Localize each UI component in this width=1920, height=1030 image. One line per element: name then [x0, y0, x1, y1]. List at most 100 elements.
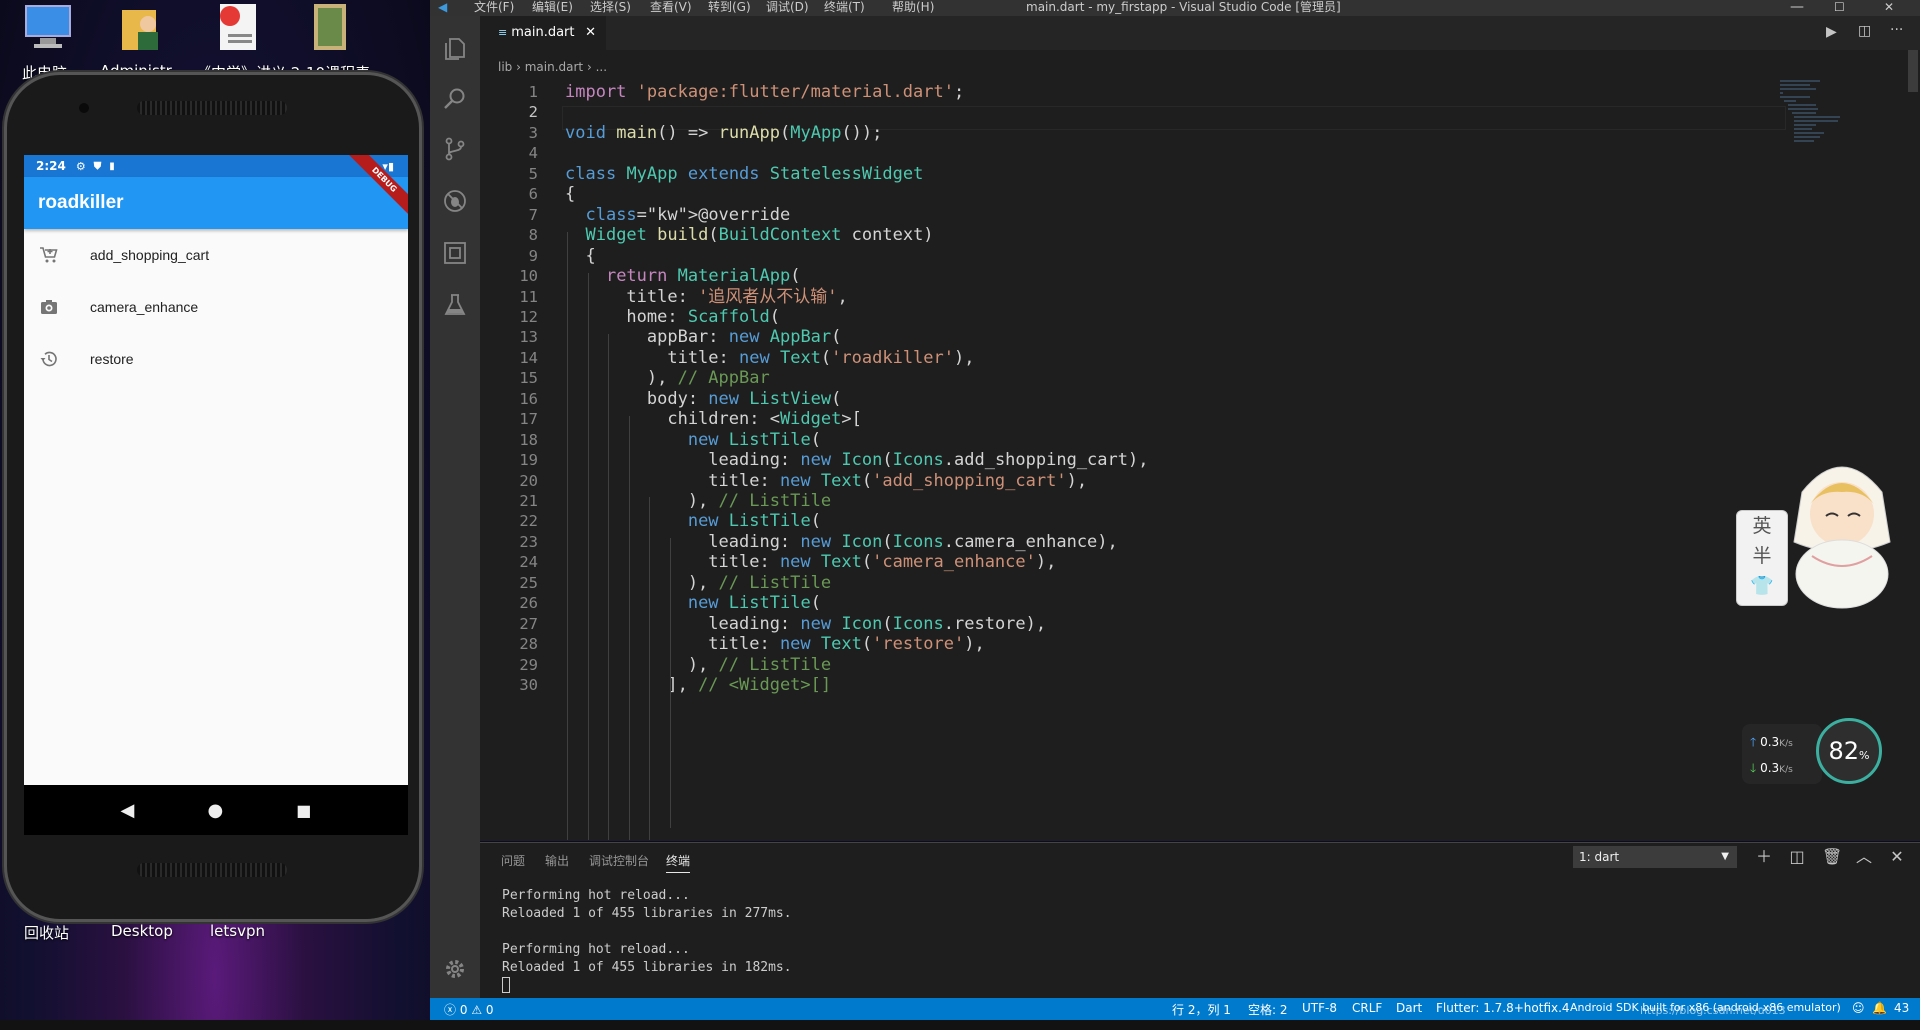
split-terminal-icon[interactable]: ◫	[1788, 848, 1806, 866]
indent-guide	[567, 232, 568, 840]
terminal-select[interactable]: 1: dart ▼	[1573, 846, 1737, 868]
ime-english-char[interactable]: 英	[1737, 511, 1787, 541]
menu-edit[interactable]: 编辑(E)	[532, 0, 573, 15]
source-control-icon[interactable]	[442, 136, 468, 162]
menu-view[interactable]: 查看(V)	[650, 0, 692, 15]
maximize-panel-icon[interactable]: ︿	[1855, 848, 1873, 866]
ime-halfwidth-char[interactable]: 半	[1737, 541, 1787, 571]
gear-icon[interactable]	[442, 956, 468, 982]
list-tile-cart[interactable]: add_shopping_cart	[24, 229, 408, 281]
indent-guide	[670, 538, 671, 828]
list-tile-camera[interactable]: camera_enhance	[24, 281, 408, 333]
desktop-folder-label[interactable]: Desktop	[111, 922, 173, 940]
more-actions-icon[interactable]: ···	[1890, 22, 1903, 38]
list-tile-restore[interactable]: restore	[24, 333, 408, 385]
recents-icon[interactable]: ■	[296, 801, 311, 820]
menu-terminal[interactable]: 终端(T)	[824, 0, 865, 15]
pdf-file-icon[interactable]	[212, 2, 274, 52]
ime-skin-icon[interactable]: 👕	[1737, 571, 1787, 601]
computer-icon[interactable]	[22, 2, 84, 52]
front-camera	[79, 103, 89, 113]
tab-terminal[interactable]: 终端	[666, 852, 691, 873]
recycle-bin-label[interactable]: 回收站	[24, 922, 69, 943]
menu-help[interactable]: 帮助(H)	[892, 0, 934, 15]
emulator-screen[interactable]: 2:24 ⚙ ⛊ ▮ ▾▮ roadkiller DEBUG add_shopp…	[24, 155, 408, 835]
indent-guide	[588, 273, 589, 840]
split-editor-icon[interactable]: ◫	[1858, 23, 1871, 39]
eol-status[interactable]: CRLF	[1352, 1001, 1382, 1015]
tab-output[interactable]: 输出	[545, 852, 569, 869]
code-line[interactable]: Widget build(BuildContext context)	[565, 223, 933, 248]
code-line[interactable]: void main() => runApp(MyApp());	[565, 121, 882, 146]
book-file-icon[interactable]	[306, 2, 368, 52]
notification-bell-icon[interactable]: 🔔	[1872, 1001, 1887, 1015]
language-status[interactable]: Dart	[1396, 1001, 1422, 1015]
breadcrumb-lib[interactable]: lib	[498, 60, 512, 74]
feedback-icon[interactable]: ☺	[1852, 1001, 1865, 1015]
camera-enhance-icon	[38, 296, 60, 318]
flutter-version[interactable]: Flutter: 1.7.8+hotfix.4	[1436, 1001, 1570, 1015]
indentation-status[interactable]: 空格: 2	[1248, 1001, 1288, 1018]
window-title-bar: ◀ 文件(F) 编辑(E) 选择(S) 查看(V) 转到(G) 调试(D) 终端…	[430, 0, 1920, 16]
flask-test-icon[interactable]	[442, 292, 468, 318]
minimap[interactable]	[1780, 78, 1870, 148]
shield-status-icon: ⛊	[93, 160, 102, 172]
explorer-icon[interactable]	[442, 36, 468, 62]
tab-main-dart[interactable]: ≡ main.dart ✕	[480, 16, 606, 50]
settings-status-icon: ⚙	[75, 159, 86, 173]
problems-status[interactable]: ⓧ 0 ⚠ 0	[444, 1001, 494, 1018]
download-arrow-icon: 🡓	[1750, 761, 1757, 775]
add-shopping-cart-icon	[38, 244, 60, 266]
minimize-icon[interactable]: —	[1790, 0, 1804, 15]
letsvpn-label[interactable]: letsvpn	[210, 922, 265, 940]
watermark-text: https://blog.csdn.net/u013	[1640, 1004, 1786, 1017]
trash-icon[interactable]: 🗑	[1822, 848, 1842, 866]
terminal-line: Reloaded 1 of 455 libraries in 277ms.	[502, 906, 792, 921]
debug-icon[interactable]	[442, 188, 468, 214]
code-line[interactable]: ], // <Widget>[]	[565, 673, 831, 698]
vscode-logo-icon: ◀	[438, 0, 448, 14]
code-line[interactable]: class MyApp extends StatelessWidget	[565, 162, 923, 187]
close-panel-icon[interactable]: ✕	[1888, 848, 1906, 866]
menu-go[interactable]: 转到(G)	[708, 0, 751, 15]
cursor-position[interactable]: 行 2，列 1	[1172, 1001, 1231, 1018]
upload-speed: 0.3	[1760, 735, 1780, 749]
terminal-cursor	[502, 977, 510, 993]
chevron-down-icon: ▼	[1721, 851, 1729, 862]
tab-debug-console[interactable]: 调试控制台	[589, 852, 649, 869]
user-folder-icon[interactable]	[116, 2, 178, 52]
breadcrumb-more[interactable]: ...	[596, 60, 607, 74]
code-line[interactable]: import 'package:flutter/material.dart';	[565, 80, 964, 105]
window-title: main.dart - my_firstapp - Visual Studio …	[1026, 0, 1341, 14]
extensions-icon[interactable]	[442, 240, 468, 266]
encoding-status[interactable]: UTF-8	[1302, 1001, 1337, 1015]
back-icon[interactable]: ◀	[121, 800, 135, 821]
close-tab-icon[interactable]: ✕	[585, 16, 596, 50]
download-speed: 0.3	[1760, 761, 1780, 775]
list-tile-title: camera_enhance	[90, 299, 199, 315]
restore-icon	[38, 348, 60, 370]
upload-arrow-icon: 🡑	[1750, 735, 1757, 749]
menu-file[interactable]: 文件(F)	[474, 0, 514, 15]
editor-tab-bar: ≡ main.dart ✕ ▶ ◫ ···	[480, 16, 1920, 50]
menu-debug[interactable]: 调试(D)	[766, 0, 809, 15]
bottom-speaker	[137, 863, 287, 877]
menu-selection[interactable]: 选择(S)	[590, 0, 631, 15]
editor-scrollbar[interactable]	[1906, 50, 1920, 840]
cpu-usage-gauge[interactable]: 82%	[1816, 718, 1882, 784]
tab-problems[interactable]: 问题	[501, 852, 525, 869]
sd-card-status-icon: ▮	[109, 160, 115, 172]
status-bar: ⓧ 0 ⚠ 0 行 2，列 1 空格: 2 UTF-8 CRLF Dart Fl…	[430, 998, 1920, 1020]
network-speed-widget[interactable]: 🡑 0.3K/s 🡓 0.3K/s 82%	[1742, 718, 1882, 788]
new-terminal-icon[interactable]: ＋	[1755, 848, 1773, 866]
run-icon[interactable]: ▶	[1826, 24, 1837, 40]
android-nav-bar: ◀ ● ■	[24, 785, 408, 835]
close-window-icon[interactable]: ✕	[1884, 0, 1894, 15]
search-icon[interactable]	[442, 86, 468, 112]
error-count: 0	[459, 1003, 468, 1017]
taskbar-strip	[0, 1020, 1920, 1030]
ime-mascot-widget[interactable]: 英 半 👕	[1736, 452, 1906, 610]
home-icon[interactable]: ●	[207, 800, 223, 821]
breadcrumb-file[interactable]: main.dart	[525, 60, 583, 74]
maximize-icon[interactable]: ☐	[1834, 0, 1845, 15]
